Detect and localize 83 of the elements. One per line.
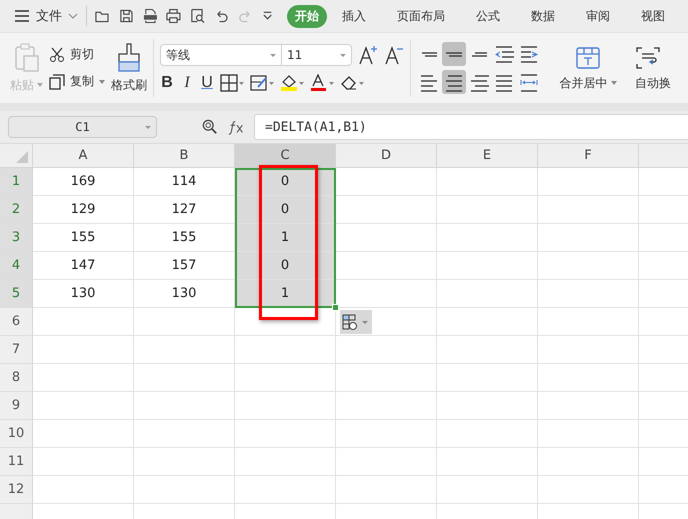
formula-field[interactable]: =DELTA(A1,B1) — [254, 114, 688, 140]
align-center-button[interactable] — [442, 70, 466, 94]
align-bottom-icon — [469, 52, 489, 56]
chevron-icon — [68, 13, 78, 19]
row-header[interactable]: 11 — [0, 448, 33, 476]
clipboard-icon — [14, 42, 40, 72]
caret-icon — [610, 81, 616, 85]
file-menu[interactable]: 文件 — [14, 7, 78, 25]
font-style-button[interactable]: U — [200, 74, 214, 92]
caret-icon — [37, 83, 43, 87]
cut-button[interactable]: 剪切 — [49, 46, 105, 63]
table-cell: 0 — [235, 196, 336, 224]
borders-icon[interactable] — [220, 74, 244, 92]
row-header[interactable]: 10 — [0, 420, 33, 448]
table-cell: 155 — [33, 224, 134, 252]
align-top-icon — [419, 52, 439, 56]
paste-options-icon — [341, 312, 371, 332]
table-cell: 147 — [33, 252, 134, 280]
row-header[interactable]: 6 — [0, 308, 33, 336]
column-header[interactable]: F — [538, 144, 639, 167]
increase-font-size-icon[interactable] — [358, 45, 378, 65]
align-outdent-icon — [494, 44, 514, 64]
fill-handle[interactable] — [332, 304, 339, 311]
column-header[interactable]: D — [336, 144, 437, 167]
eraser-icon[interactable] — [340, 74, 364, 92]
table-cell: 114 — [134, 168, 235, 196]
font-color-icon[interactable] — [310, 74, 334, 92]
paintbrush-icon — [117, 42, 141, 72]
paste-options-button[interactable] — [340, 310, 372, 334]
save-icon[interactable] — [118, 8, 134, 24]
fill-color-icon[interactable] — [280, 74, 304, 92]
table-cell: 1 — [235, 224, 336, 252]
align-indent-icon — [519, 44, 539, 64]
table-cell: 157 — [134, 252, 235, 280]
row-header[interactable]: 7 — [0, 336, 33, 364]
row-header[interactable]: 8 — [0, 364, 33, 392]
row-header[interactable]: 4 — [0, 252, 33, 280]
zoom-icon[interactable] — [202, 119, 218, 135]
table-cell: 130 — [33, 280, 134, 308]
align-distribute-icon — [519, 72, 539, 92]
format-painter-button[interactable]: 格式刷 — [111, 42, 147, 94]
wrap-text-icon — [635, 44, 661, 70]
font-style-button[interactable]: I — [180, 74, 194, 92]
ribbon-tab[interactable]: 页面布局 — [388, 4, 453, 28]
align-middle-icon — [444, 52, 464, 56]
print-preview-icon[interactable] — [190, 8, 206, 24]
column-header[interactable]: A — [33, 144, 134, 167]
copy-icon — [49, 74, 65, 90]
table-cell: 0 — [235, 252, 336, 280]
table-cell: 129 — [33, 196, 134, 224]
table-cell: 155 — [134, 224, 235, 252]
row-header[interactable]: 5 — [0, 280, 33, 308]
row-header[interactable]: 9 — [0, 392, 33, 420]
cell-style-icon[interactable] — [250, 74, 274, 92]
copy-button[interactable]: 复制 — [49, 73, 105, 90]
column-header[interactable]: E — [437, 144, 538, 167]
merge-cells-icon — [575, 44, 601, 70]
ribbon-tab[interactable]: 审阅 — [578, 4, 618, 28]
pdf-export-icon[interactable] — [142, 8, 158, 24]
row-header[interactable]: 2 — [0, 196, 33, 224]
row-header[interactable]: 12 — [0, 476, 33, 504]
row-header[interactable]: 1 — [0, 168, 33, 196]
column-header[interactable]: C — [235, 144, 336, 167]
table-cell: 169 — [33, 168, 134, 196]
font-size-field[interactable]: 11 — [282, 44, 352, 66]
font-name-field[interactable]: 等线 — [160, 44, 282, 66]
align-middle-button[interactable] — [442, 42, 466, 66]
name-box[interactable]: C1 — [8, 116, 157, 138]
row-header[interactable]: 3 — [0, 224, 33, 252]
table-cell: 130 — [134, 280, 235, 308]
decrease-font-size-icon[interactable] — [384, 45, 404, 65]
scissors-icon — [49, 46, 65, 62]
ribbon-tab[interactable]: 视图 — [632, 4, 673, 28]
ribbon-tab[interactable]: 数据 — [522, 4, 563, 28]
print-icon[interactable] — [166, 8, 182, 24]
menu-icon — [14, 10, 30, 22]
ribbon-tab[interactable]: 公式 — [468, 4, 508, 28]
ribbon-tab[interactable]: 插入 — [334, 4, 374, 28]
table-cell: 127 — [134, 196, 235, 224]
font-style-button[interactable]: B — [160, 74, 174, 92]
merge-center-button[interactable]: 合并居中 — [557, 44, 619, 92]
caret-icon — [99, 80, 105, 84]
wrap-text-button[interactable]: 自动换 — [635, 44, 687, 92]
